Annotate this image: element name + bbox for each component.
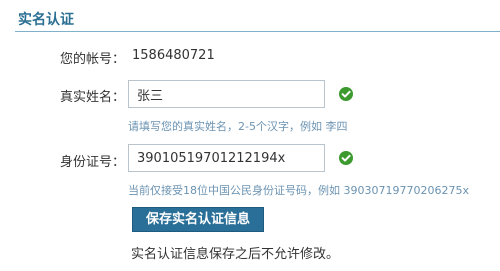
real-name-hint: 请填写您的真实姓名，2-5个汉字，例如 李四 <box>128 120 348 133</box>
real-name-input[interactable] <box>128 80 325 108</box>
id-number-label: 身份证号： <box>59 155 125 170</box>
real-name-label: 真实姓名： <box>59 90 125 105</box>
id-number-hint: 当前仅接受18位中国公民身份证号码，例如 39030719770206275x <box>128 184 469 197</box>
id-number-input[interactable] <box>128 144 325 172</box>
real-name-verification-page: 实名认证 您的帐号： 1586480721 真实姓名： 请填写您的真实姓名，2-… <box>0 0 500 271</box>
id-number-valid-check-icon <box>339 151 353 165</box>
account-label: 您的帐号： <box>59 52 125 67</box>
real-name-valid-check-icon <box>339 87 353 101</box>
save-verification-button[interactable]: 保存实名认证信息 <box>132 207 264 232</box>
account-value: 1586480721 <box>132 48 215 63</box>
verification-note: 实名认证信息保存之后不允许修改。 <box>131 247 340 262</box>
section-divider <box>15 31 500 32</box>
section-title: 实名认证 <box>18 12 74 28</box>
